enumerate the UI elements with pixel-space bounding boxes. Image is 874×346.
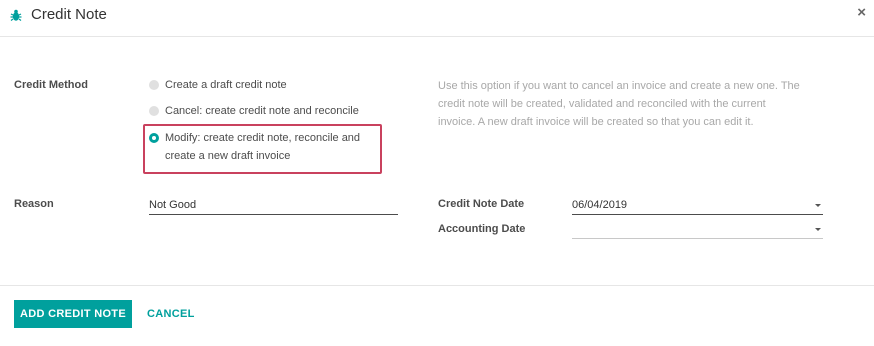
dialog-header: Credit Note ×	[0, 0, 874, 37]
help-line: invoice. A new draft invoice will be cre…	[438, 116, 754, 128]
radio-label: Cancel: create credit note and reconcile	[165, 105, 359, 117]
reason-input[interactable]: Not Good	[149, 196, 398, 215]
caret-down-icon[interactable]	[815, 204, 821, 207]
radio-create-draft[interactable]: Create a draft credit note	[149, 76, 287, 94]
accounting-date-input[interactable]	[572, 220, 823, 239]
dialog-title: Credit Note	[31, 6, 107, 23]
radio-label-line-1: Modify: create credit note, reconcile an…	[165, 132, 361, 144]
radio-label: Modify: create credit note, reconcile an…	[165, 129, 360, 165]
radio-cancel-reconcile[interactable]: Cancel: create credit note and reconcile	[149, 102, 359, 120]
credit-note-date-label: Credit Note Date	[438, 198, 525, 210]
radio-label-line-2: create a new draft invoice	[165, 150, 291, 162]
help-line: Use this option if you want to cancel an…	[438, 80, 800, 92]
credit-method-help-text: Use this option if you want to cancel an…	[438, 77, 828, 131]
credit-note-date-value: 06/04/2019	[572, 199, 628, 211]
radio-label: Create a draft credit note	[165, 79, 287, 91]
help-line: credit note will be created, validated a…	[438, 98, 766, 110]
credit-note-date-input[interactable]: 06/04/2019	[572, 196, 823, 215]
footer-divider	[0, 285, 874, 286]
reason-value: Not Good	[149, 199, 197, 211]
bug-icon	[10, 9, 22, 21]
close-icon[interactable]: ×	[857, 4, 866, 21]
radio-modify[interactable]: Modify: create credit note, reconcile an…	[149, 129, 360, 165]
radio-button-selected-icon[interactable]	[149, 133, 159, 143]
caret-down-icon[interactable]	[815, 228, 821, 231]
radio-button-icon[interactable]	[149, 80, 159, 90]
credit-method-label: Credit Method	[14, 79, 88, 91]
radio-button-icon[interactable]	[149, 106, 159, 116]
cancel-button[interactable]: CANCEL	[147, 308, 195, 320]
accounting-date-label: Accounting Date	[438, 223, 526, 235]
reason-label: Reason	[14, 198, 54, 210]
add-credit-note-button[interactable]: ADD CREDIT NOTE	[14, 300, 132, 328]
